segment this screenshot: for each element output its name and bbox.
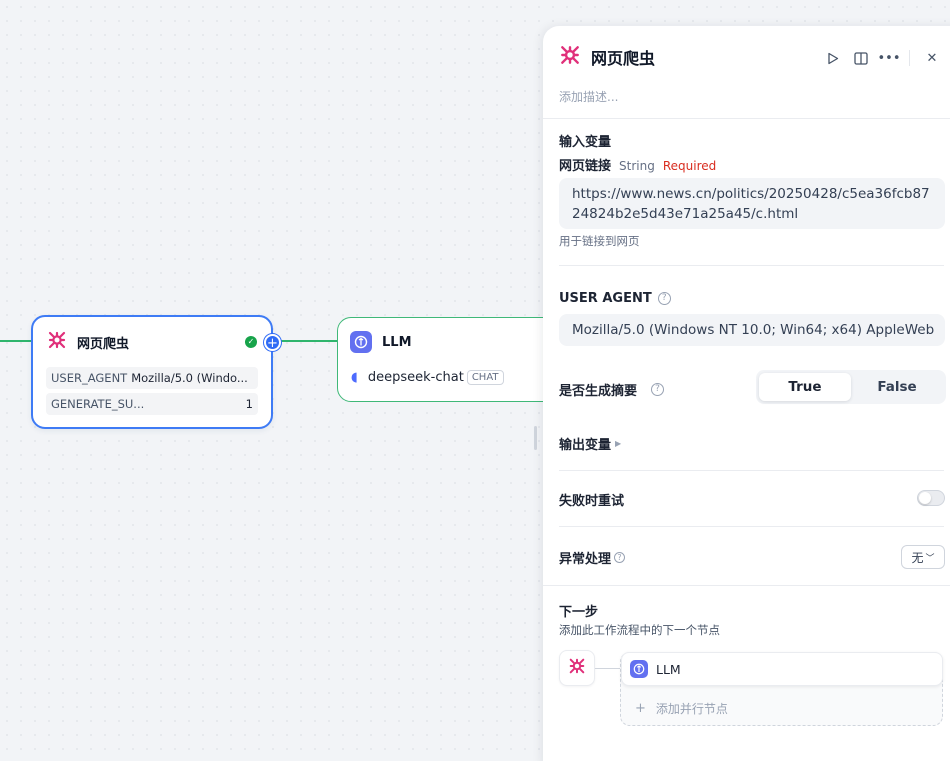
error-handling-select[interactable]: 无 ﹀ — [901, 545, 945, 569]
run-icon[interactable] — [819, 48, 847, 68]
url-var-name: 网页链接 — [559, 159, 612, 174]
user-agent-input[interactable]: Mozilla/5.0 (Windows NT 10.0; Win64; x64… — [559, 314, 945, 346]
llm-icon — [350, 331, 372, 353]
divider — [559, 470, 944, 471]
user-agent-label-text: USER AGENT — [559, 291, 652, 306]
summary-label: 是否生成摘要 ? — [559, 380, 665, 399]
add-parallel-node-button[interactable]: + 添加并行节点 — [635, 700, 728, 717]
user-agent-label: USER AGENT ? — [559, 291, 671, 306]
divider — [559, 526, 944, 527]
help-icon[interactable]: ? — [614, 552, 626, 563]
edge-crawler-to-llm — [280, 340, 338, 342]
help-icon[interactable]: ? — [657, 292, 671, 305]
llm-node-title: LLM — [382, 334, 412, 350]
split-view-icon[interactable] — [847, 48, 875, 68]
chat-tag: CHAT — [466, 369, 504, 385]
summary-label-text: 是否生成摘要 — [559, 384, 638, 399]
crawler-node-title: 网页爬虫 — [77, 336, 130, 352]
plus-icon: + — [635, 701, 646, 716]
divider — [559, 265, 944, 266]
error-handling-label-text: 异常处理 — [559, 552, 612, 567]
llm-model-name: deepseek-chat — [367, 369, 464, 385]
retry-label: 失败时重试 — [559, 494, 625, 509]
url-var-type: String — [619, 159, 655, 173]
current-node-icon — [559, 650, 595, 686]
error-handling-label: 异常处理 ? — [559, 548, 626, 567]
spider-icon — [47, 330, 67, 354]
next-node-llm[interactable]: LLM — [621, 652, 943, 686]
llm-node[interactable]: LLM ◖ deepseek-chat CHAT — [337, 317, 557, 402]
crawler-node[interactable]: 网页爬虫 ✓ + USER_AGENT Mozilla/5.0 (Windo..… — [31, 315, 281, 429]
node-settings-panel: 网页爬虫 ••• ✕ 添加描述... 输入变量 网页链接 String Requ… — [543, 26, 950, 761]
close-icon[interactable]: ✕ — [918, 48, 946, 68]
chevron-down-icon: ﹀ — [925, 553, 935, 564]
param-key: USER_AGENT — [51, 371, 128, 385]
url-input[interactable]: https://www.news.cn/politics/20250428/c5… — [559, 178, 945, 229]
output-section-toggle[interactable]: 输出变量 ▶ — [559, 434, 621, 453]
param-value: 1 — [245, 397, 253, 411]
param-row: GENERATE_SU... 1 — [46, 393, 258, 415]
divider — [543, 585, 950, 586]
panel-title: 网页爬虫 — [591, 49, 656, 68]
error-handling-value: 无 — [911, 550, 924, 565]
next-node-label: LLM — [656, 661, 681, 677]
toolbar-divider — [909, 50, 910, 66]
url-var-header: 网页链接 String Required — [559, 155, 716, 174]
param-value: Mozilla/5.0 (Windo... — [131, 371, 248, 385]
next-step-connector — [595, 668, 621, 669]
more-icon[interactable]: ••• — [875, 48, 903, 68]
next-step-hint: 添加此工作流程中的下一个节点 — [559, 623, 720, 637]
input-section-label: 输入变量 — [559, 135, 612, 150]
check-circle-icon: ✓ — [245, 336, 257, 348]
spider-icon — [559, 44, 581, 70]
caret-right-icon: ▶ — [615, 439, 622, 448]
next-step-title: 下一步 — [559, 605, 599, 620]
summary-false-option[interactable]: False — [851, 373, 943, 401]
output-section-label: 输出变量 — [559, 438, 612, 453]
whale-icon: ◖ — [351, 369, 358, 385]
add-parallel-label: 添加并行节点 — [655, 702, 728, 716]
edge-in — [0, 340, 32, 342]
workflow-canvas[interactable]: 网页爬虫 ✓ + USER_AGENT Mozilla/5.0 (Windo..… — [0, 0, 557, 761]
param-row: USER_AGENT Mozilla/5.0 (Windo... — [46, 367, 258, 389]
retry-switch[interactable] — [917, 490, 945, 506]
add-node-handle[interactable]: + — [264, 334, 281, 351]
help-icon[interactable]: ? — [651, 383, 665, 396]
param-key: GENERATE_SU... — [51, 397, 145, 411]
panel-resize-handle[interactable] — [534, 426, 537, 450]
required-badge: Required — [662, 159, 717, 173]
spider-icon — [568, 657, 586, 679]
summary-true-option[interactable]: True — [759, 373, 851, 401]
llm-icon — [630, 660, 648, 678]
description-input[interactable]: 添加描述... — [559, 88, 618, 105]
divider — [543, 118, 950, 119]
summary-toggle: True False — [756, 370, 946, 404]
url-hint: 用于链接到网页 — [559, 234, 640, 248]
